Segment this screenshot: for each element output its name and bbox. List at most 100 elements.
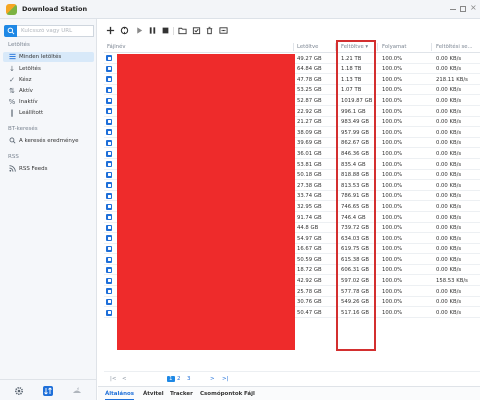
downloaded-cell: 53.81 GB — [297, 161, 322, 168]
torrent-file-icon — [106, 97, 112, 104]
sidebar-item-inactive[interactable]: % Inaktív — [3, 97, 94, 107]
torrent-file-icon — [106, 309, 112, 316]
upload-speed-cell: 0.00 KB/s — [436, 150, 462, 157]
progress-cell: 100.0% — [382, 256, 403, 263]
upload-speed-cell: 0.00 KB/s — [436, 119, 462, 126]
search-icon[interactable] — [4, 25, 17, 37]
torrent-file-icon — [106, 150, 112, 157]
progress-cell: 100.0% — [382, 66, 403, 73]
column-header-downloaded[interactable]: Letöltve — [297, 44, 318, 50]
progress-cell: 100.0% — [382, 97, 403, 104]
torrent-file-icon — [106, 76, 112, 83]
tab-peers[interactable]: Csomópontok — [200, 391, 242, 397]
torrent-file-icon — [106, 171, 112, 178]
progress-cell: 100.0% — [382, 309, 403, 316]
torrent-file-icon — [106, 118, 112, 125]
upload-speed-cell: 0.00 KB/s — [436, 182, 462, 189]
maximize-icon[interactable] — [460, 6, 466, 12]
last-page-icon[interactable]: >| — [222, 376, 228, 382]
column-header-name[interactable]: Fájlnév — [107, 44, 126, 50]
upload-speed-cell: 0.00 KB/s — [436, 309, 462, 316]
tab-general[interactable]: Általános — [105, 391, 135, 400]
progress-cell: 100.0% — [382, 76, 403, 83]
tab-tracker[interactable]: Tracker — [170, 391, 193, 397]
section-title-downloads: Letöltés — [8, 42, 30, 48]
sidebar-item-downloading[interactable]: ↓ Letöltés — [3, 64, 94, 74]
sidebar-item-stopped[interactable]: ‖ Leállított — [3, 108, 94, 118]
table-header: Fájlnév Letöltve Feltöltve ▾ Folyamat Fe… — [104, 41, 480, 53]
page-3[interactable]: 3 — [187, 376, 191, 382]
more-icon[interactable] — [219, 26, 228, 35]
trash-icon[interactable] — [205, 26, 214, 35]
upload-speed-cell: 0.00 KB/s — [436, 140, 462, 147]
add-url-icon[interactable] — [120, 26, 129, 35]
downloaded-cell: 25.78 GB — [297, 288, 322, 295]
tab-transfer[interactable]: Átvitel — [143, 391, 164, 397]
page-1[interactable]: 1 — [167, 376, 175, 382]
page-2[interactable]: 2 — [177, 376, 181, 382]
first-page-icon[interactable]: |< — [110, 376, 116, 382]
play-icon[interactable] — [135, 26, 144, 35]
downloaded-cell: 38.09 GB — [297, 129, 322, 136]
priority-schedule-icon[interactable] — [43, 386, 53, 396]
downloaded-cell: 44.8 GB — [297, 225, 319, 232]
search-box — [4, 25, 94, 37]
next-page-icon[interactable]: > — [210, 376, 215, 382]
prev-page-icon[interactable]: < — [122, 376, 127, 382]
downloaded-cell: 50.47 GB — [297, 309, 322, 316]
title-bar: Download Station × — [0, 0, 480, 19]
shark-icon[interactable] — [72, 386, 82, 396]
downloaded-cell: 30.76 GB — [297, 299, 322, 306]
close-icon[interactable]: × — [470, 4, 477, 12]
progress-cell: 100.0% — [382, 214, 403, 221]
sidebar-item-completed[interactable]: ✓ Kész — [3, 75, 94, 85]
folder-icon[interactable] — [178, 26, 187, 35]
upload-speed-cell: 0.00 KB/s — [436, 97, 462, 104]
upload-speed-cell: 0.00 KB/s — [436, 235, 462, 242]
torrent-file-icon — [106, 224, 112, 231]
sidebar-item-label: Aktív — [19, 87, 33, 94]
progress-cell: 100.0% — [382, 182, 403, 189]
download-station-logo-icon — [6, 3, 17, 15]
torrent-file-icon — [106, 256, 112, 263]
clear-completed-icon[interactable] — [192, 26, 201, 35]
sidebar-item-rss-feeds[interactable]: RSS Feeds — [3, 164, 94, 174]
download-arrow-icon: ↓ — [9, 64, 15, 73]
tab-file[interactable]: Fájl — [244, 391, 255, 397]
torrent-file-icon — [106, 129, 112, 136]
progress-cell: 100.0% — [382, 129, 403, 136]
torrent-file-icon — [106, 161, 112, 168]
pause-icon[interactable] — [148, 26, 157, 35]
add-icon[interactable] — [106, 26, 115, 35]
stop-icon[interactable] — [161, 26, 170, 35]
upload-speed-cell: 0.00 KB/s — [436, 225, 462, 232]
progress-cell: 100.0% — [382, 55, 403, 62]
sidebar-footer — [0, 379, 97, 400]
sidebar-item-search-results[interactable]: A keresés eredménye — [3, 136, 94, 146]
progress-cell: 100.0% — [382, 288, 403, 295]
detail-tabs: Általános Átvitel Tracker Csomópontok Fá… — [98, 386, 480, 400]
torrent-file-icon — [106, 55, 112, 62]
downloaded-cell: 33.74 GB — [297, 193, 322, 200]
sidebar-item-active[interactable]: ⇅ Aktív — [3, 86, 94, 96]
column-divider — [431, 43, 432, 51]
sidebar-item-label: Letöltés — [19, 65, 41, 72]
progress-cell: 100.0% — [382, 150, 403, 157]
sidebar: Letöltés Minden letöltés ↓ Letöltés ✓ Ké… — [0, 19, 97, 400]
search-input[interactable] — [17, 25, 94, 37]
pagination: |< < 1 2 3 > >| — [104, 371, 480, 385]
gear-icon[interactable] — [14, 386, 24, 396]
downloaded-cell: 49.27 GB — [297, 55, 322, 62]
torrent-file-icon — [106, 235, 112, 242]
sidebar-item-label: Leállított — [19, 109, 44, 116]
column-header-upload-speed[interactable]: Feltöltési se... — [436, 44, 473, 50]
torrent-file-icon — [106, 214, 112, 221]
list-icon — [8, 53, 16, 61]
sidebar-item-all-downloads[interactable]: Minden letöltés — [3, 52, 94, 62]
uploaded-column-highlight — [336, 40, 376, 351]
column-header-progress[interactable]: Folyamat — [382, 44, 406, 50]
downloaded-cell: 52.87 GB — [297, 97, 322, 104]
torrent-file-icon — [106, 193, 112, 200]
upload-speed-cell: 0.00 KB/s — [436, 193, 462, 200]
minimize-icon[interactable] — [450, 6, 456, 10]
